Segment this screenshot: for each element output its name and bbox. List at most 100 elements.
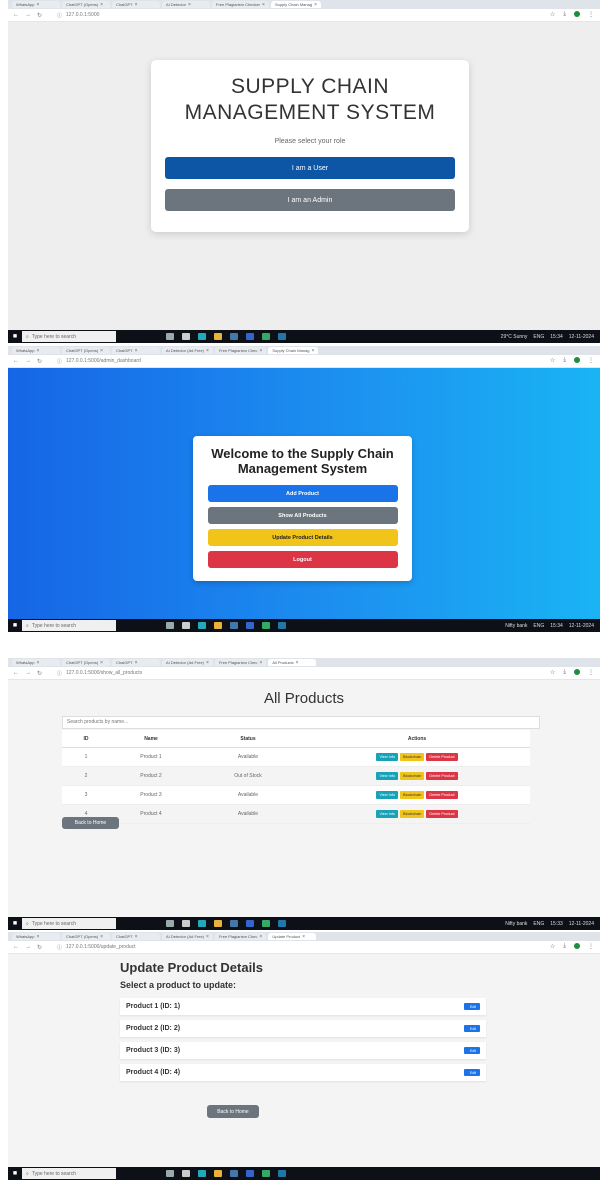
download-icon[interactable]: ⤓: [563, 943, 566, 950]
close-icon[interactable]: ×: [135, 660, 138, 666]
close-icon[interactable]: ×: [135, 2, 138, 8]
blockchain-button[interactable]: Blockchain: [400, 810, 425, 818]
close-icon[interactable]: ×: [100, 660, 103, 666]
info-icon[interactable]: ⓘ: [57, 358, 62, 365]
back-to-home-button[interactable]: Back to Home: [62, 817, 119, 829]
app-icon[interactable]: [278, 333, 286, 340]
app-icon[interactable]: [246, 1170, 254, 1177]
delete-product-button[interactable]: Delete Product: [426, 772, 458, 780]
browser-tab[interactable]: WhatsApp ×: [12, 1, 60, 8]
close-icon[interactable]: ×: [206, 934, 209, 940]
browser-tab[interactable]: Free Plagiarism Chec ×: [214, 659, 267, 666]
chrome-icon[interactable]: [262, 333, 270, 340]
close-icon[interactable]: ×: [135, 934, 138, 940]
close-icon[interactable]: ×: [36, 934, 39, 940]
edge-icon[interactable]: [198, 622, 206, 629]
app-icon[interactable]: [278, 1170, 286, 1177]
view-info-button[interactable]: View Info: [376, 810, 399, 818]
edit-button[interactable]: Edit: [464, 1003, 480, 1010]
browser-tab[interactable]: ChatGPT ×: [112, 659, 160, 666]
edit-button[interactable]: Edit: [464, 1025, 480, 1032]
back-arrow-icon[interactable]: ←: [13, 12, 19, 19]
view-info-button[interactable]: View Info: [376, 753, 399, 761]
close-icon[interactable]: ×: [36, 2, 39, 8]
blockchain-button[interactable]: Blockchain: [400, 772, 425, 780]
file-explorer-icon[interactable]: [214, 622, 222, 629]
back-arrow-icon[interactable]: ←: [13, 670, 19, 677]
close-icon[interactable]: ×: [100, 2, 103, 8]
profile-icon[interactable]: [574, 669, 580, 675]
store-icon[interactable]: [230, 920, 238, 927]
star-icon[interactable]: ☆: [550, 669, 555, 676]
windows-start-icon[interactable]: ■: [8, 622, 22, 629]
app-icon[interactable]: [278, 920, 286, 927]
browser-tab[interactable]: AI Detector ×: [162, 1, 210, 8]
browser-tab[interactable]: ChatGPT ×: [112, 347, 160, 354]
taskbar-search[interactable]: ⌕ Type here to search: [22, 620, 116, 631]
file-explorer-icon[interactable]: [214, 333, 222, 340]
reload-icon[interactable]: ↻: [37, 944, 42, 951]
app-icon[interactable]: [246, 333, 254, 340]
blockchain-button[interactable]: Blockchain: [400, 791, 425, 799]
task-view-icon[interactable]: [166, 920, 174, 927]
browser-tab[interactable]: ChatGPT (Opens) ×: [62, 347, 110, 354]
delete-product-button[interactable]: Delete Product: [426, 791, 458, 799]
browser-tab[interactable]: WhatsApp ×: [12, 933, 60, 940]
profile-icon[interactable]: [574, 11, 580, 17]
browser-tab[interactable]: ChatGPT ×: [112, 1, 160, 8]
edit-button[interactable]: Edit: [464, 1047, 480, 1054]
edge-icon[interactable]: [198, 920, 206, 927]
close-icon[interactable]: ×: [100, 934, 103, 940]
profile-icon[interactable]: [574, 943, 580, 949]
close-icon[interactable]: ×: [135, 348, 138, 354]
app-icon[interactable]: [182, 920, 190, 927]
blockchain-button[interactable]: Blockchain: [400, 753, 425, 761]
back-to-home-button[interactable]: Back to Home: [207, 1105, 259, 1118]
close-icon[interactable]: ×: [206, 348, 209, 354]
store-icon[interactable]: [230, 1170, 238, 1177]
close-icon[interactable]: ×: [311, 348, 314, 354]
file-explorer-icon[interactable]: [214, 1170, 222, 1177]
close-icon[interactable]: ×: [302, 934, 305, 940]
reload-icon[interactable]: ↻: [37, 358, 42, 365]
star-icon[interactable]: ☆: [550, 357, 555, 364]
file-explorer-icon[interactable]: [214, 920, 222, 927]
forward-arrow-icon[interactable]: →: [25, 670, 31, 677]
user-role-button[interactable]: I am a User: [165, 157, 455, 179]
url-field[interactable]: 127.0.0.1:5000/update_product: [66, 944, 136, 950]
browser-tab[interactable]: AI Detector (Ad Free) ×: [162, 347, 213, 354]
store-icon[interactable]: [230, 622, 238, 629]
browser-tab-active[interactable]: All Products ×: [268, 659, 317, 666]
url-field[interactable]: 127.0.0.1:5000/admin_dashboard: [66, 358, 141, 364]
url-field[interactable]: 127.0.0.1:5000/show_all_products: [66, 670, 142, 676]
close-icon[interactable]: ×: [259, 348, 262, 354]
browser-tab[interactable]: AI Detector (Ad Free) ×: [162, 933, 213, 940]
download-icon[interactable]: ⤓: [563, 357, 566, 364]
taskbar-search[interactable]: ⌕ Type here to search: [22, 331, 116, 342]
close-icon[interactable]: ×: [314, 2, 317, 8]
menu-icon[interactable]: ⋮: [588, 943, 594, 950]
add-product-button[interactable]: Add Product: [207, 485, 398, 502]
taskbar-search[interactable]: ⌕ Type here to search: [22, 1168, 116, 1179]
windows-start-icon[interactable]: ■: [8, 1170, 22, 1177]
browser-tab[interactable]: ChatGPT (Opens) ×: [62, 1, 110, 8]
forward-arrow-icon[interactable]: →: [25, 944, 31, 951]
forward-arrow-icon[interactable]: →: [25, 12, 31, 19]
browser-tab[interactable]: Free Plagiarism Chec ×: [214, 347, 267, 354]
info-icon[interactable]: ⓘ: [57, 670, 62, 677]
close-icon[interactable]: ×: [188, 2, 191, 8]
info-icon[interactable]: ⓘ: [57, 12, 62, 19]
app-icon[interactable]: [182, 1170, 190, 1177]
app-icon[interactable]: [246, 622, 254, 629]
star-icon[interactable]: ☆: [550, 11, 555, 18]
browser-tab-active[interactable]: Supply Chain Manag ×: [270, 1, 321, 8]
app-icon[interactable]: [278, 622, 286, 629]
show-all-products-button[interactable]: Show All Products: [207, 507, 398, 524]
delete-product-button[interactable]: Delete Product: [426, 753, 458, 761]
chrome-icon[interactable]: [262, 1170, 270, 1177]
browser-tab[interactable]: WhatsApp ×: [12, 347, 60, 354]
close-icon[interactable]: ×: [296, 660, 299, 666]
delete-product-button[interactable]: Delete Product: [426, 810, 458, 818]
browser-tab[interactable]: ChatGPT (Opens) ×: [62, 933, 110, 940]
view-info-button[interactable]: View Info: [376, 772, 399, 780]
